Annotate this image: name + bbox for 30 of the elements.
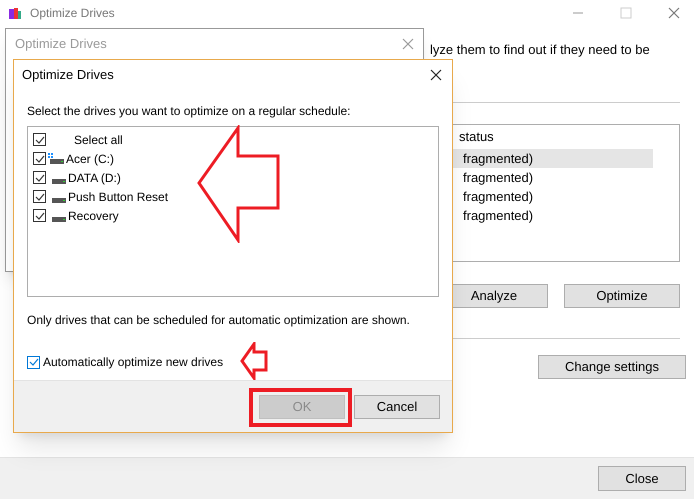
optimize-button[interactable]: Optimize [564,284,680,308]
checkbox-label[interactable]: Automatically optimize new drives [43,353,224,371]
checkbox[interactable] [33,171,46,184]
drive-icon [52,217,66,222]
dialog-title: Optimize Drives [22,66,114,84]
arrow-drawing [240,342,268,380]
drive-label[interactable]: Recovery [68,206,119,224]
checkbox[interactable] [27,356,40,368]
drive-icon [52,198,66,203]
note-text: Only drives that can be scheduled for automatic optimization are shown. [27,312,411,329]
drive-label[interactable]: Select all [68,130,123,148]
cancel-button[interactable]: Cancel [354,394,440,418]
checkbox[interactable] [33,152,46,165]
app-icon [8,6,22,20]
column-header: status [458,128,495,146]
checkbox[interactable] [33,209,46,222]
intro-text: lyze them to find out if they need to be [430,41,650,59]
drive-label[interactable]: Push Button Reset [68,188,168,206]
change-settings-button[interactable]: Change settings [538,355,686,379]
drive-icon [52,179,66,184]
drive-label[interactable]: Acer (C:) [66,150,114,168]
close-icon[interactable] [430,69,442,81]
checkbox[interactable] [33,190,46,203]
drive-icon [48,153,64,164]
window-title: Optimize Drives [30,5,115,22]
instruction-text: Select the drives you want to optimize on a regular schedule: [27,103,352,120]
close-button[interactable]: Close [598,466,686,491]
checkbox[interactable] [33,133,46,146]
dialog-title: Optimize Drives [15,35,107,54]
drive-label[interactable]: DATA (D:) [68,168,121,186]
